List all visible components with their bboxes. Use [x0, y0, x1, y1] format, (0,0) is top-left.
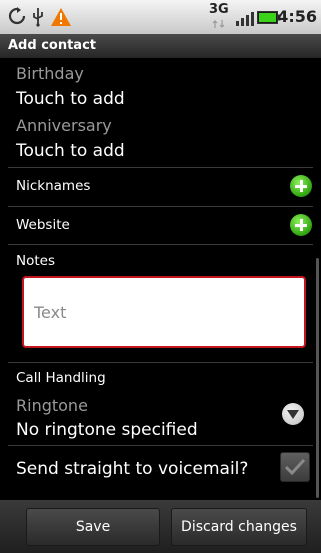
website-label: Website	[16, 217, 70, 233]
divider	[8, 206, 313, 207]
status-bar: 3G 4:56	[0, 0, 321, 34]
notes-field[interactable]	[22, 276, 306, 348]
save-button[interactable]: Save	[26, 508, 160, 546]
usb-icon	[33, 8, 43, 27]
checkmark-icon	[285, 458, 305, 476]
anniversary-value[interactable]: Touch to add	[16, 141, 125, 161]
nicknames-label: Nicknames	[16, 178, 91, 194]
voicemail-checkbox[interactable]	[280, 452, 310, 482]
title-bar: Add contact	[0, 34, 321, 59]
divider	[8, 445, 313, 446]
clock: 4:56	[277, 7, 317, 26]
voicemail-label: Send straight to voicemail?	[16, 459, 249, 479]
page-title: Add contact	[8, 38, 96, 53]
notes-label: Notes	[16, 253, 55, 269]
signal-icon	[236, 12, 254, 26]
network-type: 3G	[209, 2, 229, 17]
ringtone-label: Ringtone	[16, 396, 88, 415]
anniversary-label: Anniversary	[16, 116, 112, 135]
add-website-icon[interactable]	[290, 214, 312, 236]
sync-icon	[8, 7, 26, 25]
call-handling-label: Call Handling	[16, 370, 106, 386]
divider	[8, 244, 313, 245]
bottom-button-bar: Save Discard changes	[0, 500, 321, 553]
ringtone-value[interactable]: No ringtone specified	[16, 420, 198, 440]
birthday-value[interactable]: Touch to add	[16, 89, 125, 109]
divider	[8, 167, 313, 168]
birthday-label: Birthday	[16, 64, 84, 83]
divider	[8, 362, 313, 363]
notes-input[interactable]	[32, 302, 286, 323]
chevron-down-icon[interactable]	[282, 403, 304, 425]
discard-changes-button[interactable]: Discard changes	[171, 508, 307, 546]
add-nickname-icon[interactable]	[290, 175, 312, 197]
data-arrows-icon	[212, 20, 225, 28]
warning-icon	[51, 8, 71, 26]
scrollbar[interactable]	[316, 258, 319, 498]
